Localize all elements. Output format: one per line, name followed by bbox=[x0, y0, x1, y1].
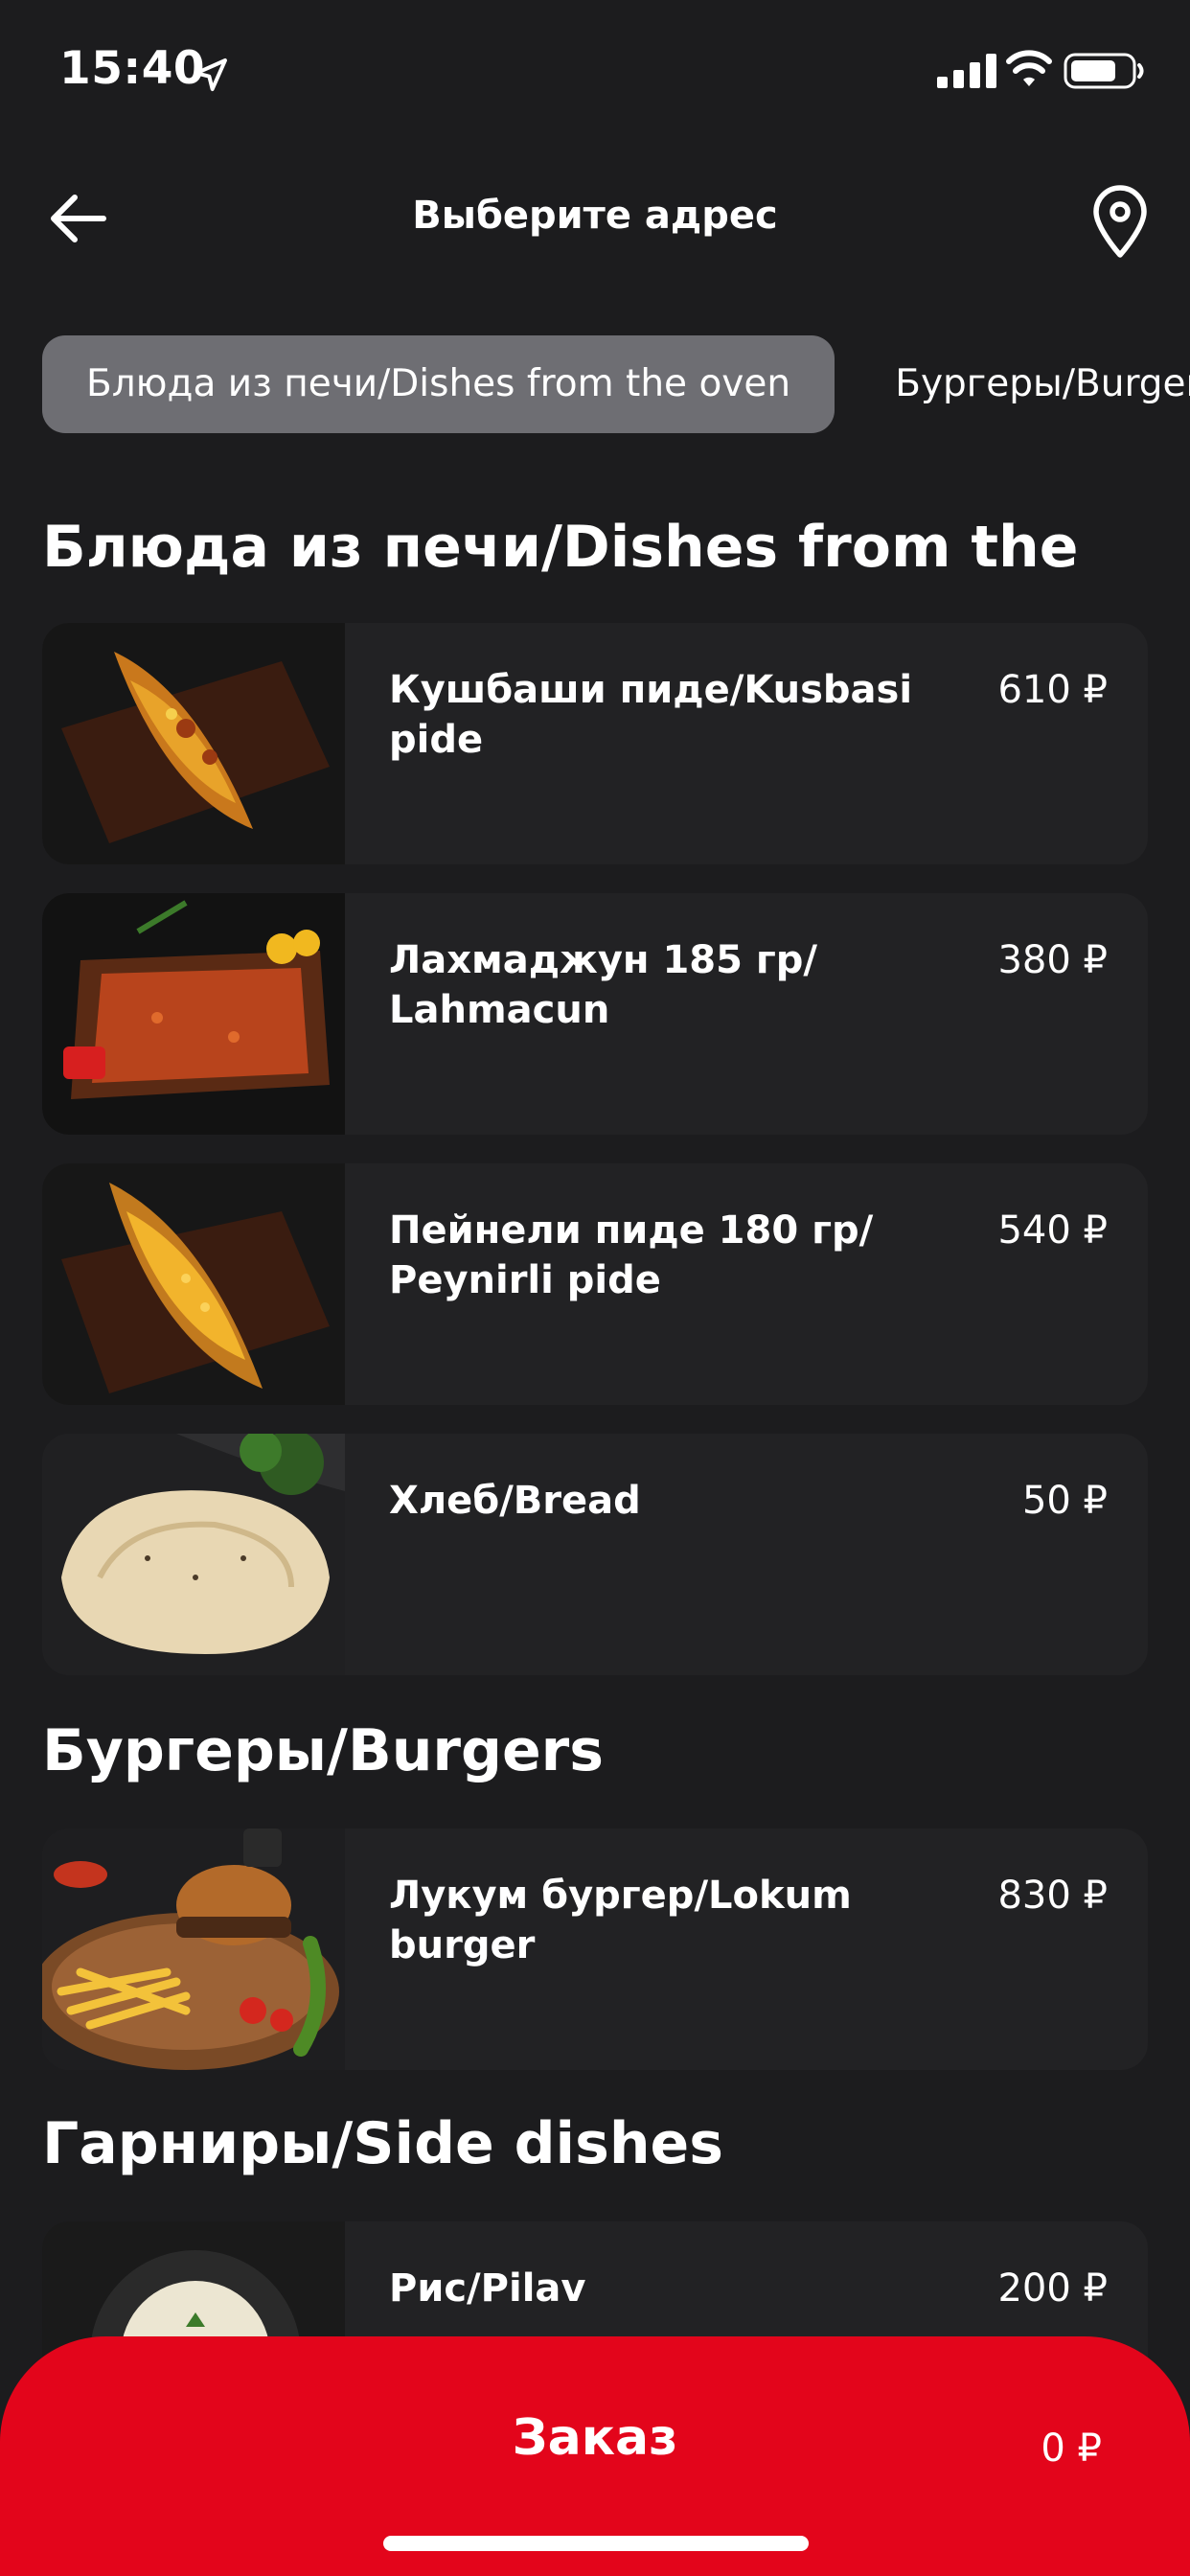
dish-image bbox=[42, 1434, 345, 1675]
dish-image bbox=[42, 893, 345, 1135]
menu-item[interactable]: Хлеб/Bread 50 ₽ bbox=[42, 1434, 1148, 1675]
page-title[interactable]: Выберите адрес bbox=[0, 194, 1190, 238]
menu-item[interactable]: Лахмаджун 185 гр/ Lahmacun 380 ₽ bbox=[42, 893, 1148, 1135]
section-title-side-dishes: Гарниры/Side dishes bbox=[42, 2110, 723, 2177]
status-time: 15:40 bbox=[59, 42, 206, 95]
wifi-icon bbox=[1006, 50, 1052, 86]
item-price: 380 ₽ bbox=[997, 938, 1108, 982]
dish-image bbox=[42, 1163, 345, 1405]
item-price: 610 ₽ bbox=[997, 668, 1108, 712]
order-label: Заказ bbox=[512, 2409, 678, 2467]
dish-image bbox=[42, 623, 345, 864]
battery-icon bbox=[1064, 53, 1144, 89]
category-tabs: Блюда из печи/Dishes from the oven Бурге… bbox=[42, 335, 1190, 435]
item-name: Хлеб/Bread bbox=[389, 1479, 641, 1523]
section-title-burgers: Бургеры/Burgers bbox=[42, 1717, 604, 1784]
dish-image bbox=[42, 1828, 345, 2070]
section-title-oven: Блюда из печи/Dishes from the bbox=[42, 514, 1079, 581]
item-price: 200 ₽ bbox=[997, 2266, 1108, 2311]
signal-icon bbox=[937, 54, 996, 88]
item-name: Лукум бургер/Lokum burger bbox=[389, 1874, 852, 1967]
menu-item[interactable]: Лукум бургер/Lokum burger 830 ₽ bbox=[42, 1828, 1148, 2070]
tab-dishes-from-oven[interactable]: Блюда из печи/Dishes from the oven bbox=[42, 335, 835, 433]
order-total: 0 ₽ bbox=[1041, 2426, 1102, 2471]
map-pin-icon[interactable] bbox=[1081, 182, 1159, 261]
item-name: Пейнели пиде 180 гр/ Peynirli pide bbox=[389, 1208, 874, 1302]
item-price: 50 ₽ bbox=[1021, 1479, 1108, 1523]
home-indicator[interactable] bbox=[383, 2536, 809, 2551]
screen: 15:40 Выберите адрес Блюда из печи/Dishe… bbox=[0, 0, 1190, 2576]
location-arrow-icon bbox=[195, 58, 227, 91]
item-price: 540 ₽ bbox=[997, 1208, 1108, 1253]
menu-item[interactable]: Кушбаши пиде/Kusbasi pide 610 ₽ bbox=[42, 623, 1148, 864]
menu-item[interactable]: Пейнели пиде 180 гр/ Peynirli pide 540 ₽ bbox=[42, 1163, 1148, 1405]
item-name: Рис/Pilav bbox=[389, 2266, 586, 2311]
tab-burgers[interactable]: Бургеры/Burgers bbox=[851, 335, 1190, 433]
item-name: Кушбаши пиде/Kusbasi pide bbox=[389, 668, 913, 762]
item-name: Лахмаджун 185 гр/ Lahmacun bbox=[389, 938, 818, 1032]
item-price: 830 ₽ bbox=[997, 1874, 1108, 1918]
status-bar: 15:40 bbox=[0, 0, 1190, 144]
